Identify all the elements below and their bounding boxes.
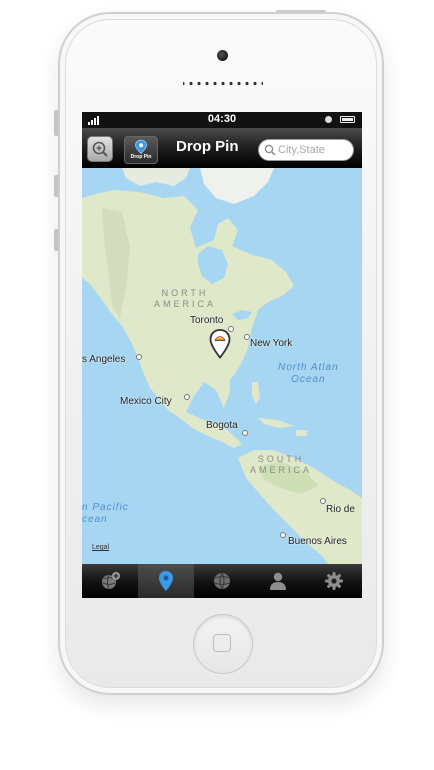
city-dot-los-angeles: [136, 354, 142, 360]
map-view[interactable]: NORTH AMERICA SOUTH AMERICA North Atlan …: [82, 168, 362, 564]
status-time: 04:30: [207, 113, 237, 125]
tab-globe-add[interactable]: [82, 564, 138, 598]
ocean-label-north-atlantic: North Atlan Ocean: [278, 362, 339, 386]
drop-pin-button-label: Drop Pin: [130, 154, 152, 160]
globe-icon: [214, 572, 230, 590]
city-label-bogota: Bogota: [206, 420, 238, 431]
dropped-pin-marker[interactable]: [208, 329, 232, 359]
ocean-line: North Atlan: [278, 362, 339, 373]
city-dot-buenos-aires: [280, 532, 286, 538]
tab-settings[interactable]: [306, 564, 362, 598]
front-camera: [217, 50, 228, 61]
status-bar: 04:30: [82, 112, 362, 128]
globe-plus-icon: [102, 572, 120, 590]
zoom-button[interactable]: [87, 136, 113, 162]
continent-label-south-america: SOUTH AMERICA: [250, 454, 312, 476]
search-icon: [264, 144, 276, 156]
page-title: Drop Pin: [176, 138, 239, 155]
ocean-line: Ocean: [291, 374, 326, 385]
ocean-line: cean: [82, 514, 108, 525]
continent-line: AMERICA: [154, 299, 217, 309]
city-label-rio: Rio de: [326, 504, 355, 515]
tab-bar: [82, 564, 362, 598]
continent-line: AMERICA: [250, 465, 313, 475]
home-button[interactable]: [193, 614, 253, 674]
tab-globe[interactable]: [194, 564, 250, 598]
ocean-line: n Pacific: [82, 502, 129, 513]
continent-label-north-america: NORTH AMERICA: [154, 288, 216, 310]
person-icon: [270, 572, 286, 590]
battery-icon: [340, 116, 355, 123]
phone-screen: 04:30 Drop Pin Drop Pin City,State NORTH…: [82, 112, 362, 598]
gear-icon: [325, 572, 343, 590]
city-dot-bogota: [242, 430, 248, 436]
city-label-new-york: New York: [250, 338, 293, 349]
ocean-label-pacific: n Pacific cean: [82, 502, 129, 526]
city-label-mexico-city: Mexico City: [120, 396, 172, 407]
continent-line: SOUTH: [257, 454, 305, 464]
hispaniola-land: [296, 430, 308, 436]
city-label-toronto: Toronto: [190, 315, 224, 326]
tab-profile[interactable]: [250, 564, 306, 598]
tab-drop-pin[interactable]: [138, 564, 194, 598]
home-square-icon: [213, 634, 231, 652]
drop-pin-button[interactable]: Drop Pin: [124, 136, 158, 164]
legal-link[interactable]: Legal: [92, 544, 109, 551]
pin-outline: [209, 329, 231, 359]
location-services-icon: [325, 116, 332, 123]
continent-line: NORTH: [161, 288, 209, 298]
map-pin-icon: [159, 571, 173, 591]
search-input[interactable]: [278, 142, 350, 158]
search-box[interactable]: [258, 139, 354, 161]
nav-bar: Drop Pin Drop Pin: [82, 128, 362, 168]
city-dot-mexico-city: [184, 394, 190, 400]
zoom-in-icon: [92, 141, 108, 157]
earpiece-speaker: [183, 81, 263, 86]
city-label-buenos-aires: Buenos Aires: [288, 536, 347, 547]
city-label-los-angeles: s Angeles: [82, 354, 126, 365]
